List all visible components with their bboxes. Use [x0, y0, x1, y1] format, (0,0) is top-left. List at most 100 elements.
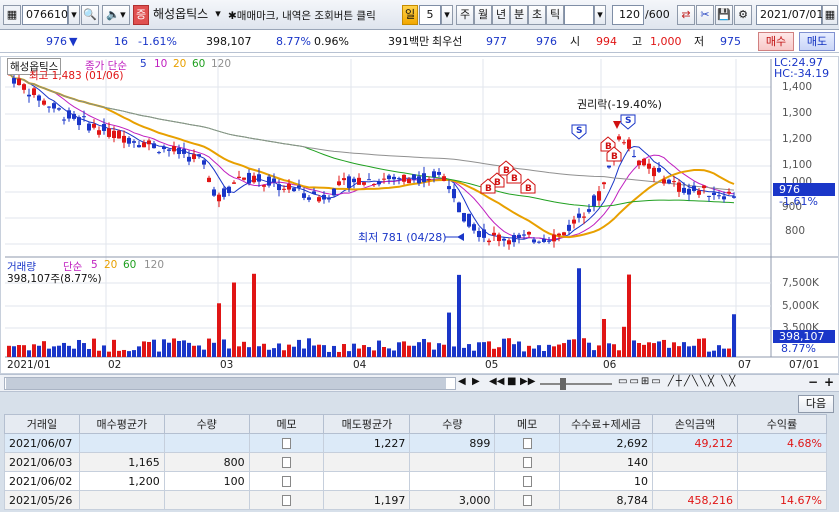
cell-sell-qty: [409, 471, 496, 491]
memo-icon[interactable]: [248, 490, 325, 510]
period-week-button[interactable]: 주: [456, 5, 474, 25]
table-row[interactable]: 2021/06/03 1,165 800 140: [4, 452, 828, 472]
code-dropdown-icon[interactable]: ▾: [68, 5, 80, 25]
col-sell-qty: 수량: [409, 414, 496, 434]
period-minute-button[interactable]: 분: [510, 5, 528, 25]
candle: [447, 186, 451, 190]
cell-return: [736, 452, 828, 472]
scroll-thumb[interactable]: [6, 378, 446, 389]
volume-bar: [137, 346, 141, 357]
volume-bar: [157, 351, 161, 357]
candle: [247, 172, 251, 184]
high-label: 고: [632, 35, 643, 48]
tick-dropdown[interactable]: ▾: [594, 5, 606, 25]
candle: [717, 195, 721, 197]
buy-button[interactable]: 매수: [758, 32, 794, 51]
table-row[interactable]: 2021/06/02 1,200 100 10: [4, 471, 828, 491]
next-button[interactable]: 다음: [798, 395, 834, 413]
candle: [172, 146, 176, 152]
save-icon[interactable]: 💾: [715, 5, 733, 25]
search-icon[interactable]: 🔍: [81, 5, 99, 25]
volume-bar: [447, 312, 451, 357]
candle: [492, 232, 496, 236]
cell-sell-avg: [323, 452, 411, 472]
count-input[interactable]: 120: [612, 5, 644, 25]
candle: [27, 94, 31, 97]
price-tick-1100: 1,100: [782, 159, 813, 171]
calendar-icon[interactable]: ▦: [822, 5, 838, 25]
candle: [287, 183, 291, 190]
volume-bar: [627, 274, 631, 357]
name-dropdown-icon[interactable]: ▾: [212, 5, 224, 25]
stock-code-input[interactable]: 076610: [22, 5, 68, 25]
candle: [682, 187, 686, 193]
candle: [62, 119, 66, 121]
period-second-button[interactable]: 초: [528, 5, 546, 25]
memo-icon[interactable]: [494, 471, 561, 491]
zoom-slider-handle[interactable]: [560, 378, 566, 390]
period-value-dropdown[interactable]: ▾: [441, 5, 453, 25]
chart-canvas[interactable]: B B B B B B B S S: [1, 57, 838, 373]
fast-forward-icon[interactable]: ▶▶: [520, 376, 535, 387]
candle: [202, 160, 206, 165]
stop-icon[interactable]: ■: [507, 376, 516, 387]
cell-sell-avg: 1,197: [323, 490, 411, 510]
volume-bar: [237, 346, 241, 357]
cell-return: [736, 471, 828, 491]
volume-bar: [632, 340, 636, 357]
zoom-out-icon[interactable]: −: [808, 375, 818, 389]
memo-edit-icon[interactable]: [494, 433, 561, 453]
candle: [222, 188, 226, 197]
volume-bar: [387, 348, 391, 357]
zoom-in-icon[interactable]: +: [824, 375, 834, 389]
chart-tool-icon[interactable]: ⇄: [677, 5, 695, 25]
scroll-left-icon[interactable]: ◀: [458, 376, 466, 387]
cell-date: 2021/06/03: [4, 452, 80, 472]
current-pct-tag: -1.61%: [779, 195, 818, 208]
candle: [262, 185, 266, 187]
period-day-button[interactable]: 일: [402, 5, 418, 25]
sell-button[interactable]: 매도: [799, 32, 835, 51]
stock-type-icon[interactable]: ▦: [3, 5, 21, 25]
date-input[interactable]: 2021/07/01: [756, 5, 823, 25]
memo-edit-icon[interactable]: [494, 490, 561, 510]
memo-icon[interactable]: [248, 433, 325, 453]
candle: [422, 173, 426, 183]
candle: [702, 185, 706, 189]
table-row[interactable]: 2021/05/26 1,197 3,000 8,784 458,216 14.…: [4, 490, 828, 510]
volume-tick-5000k: 5,000K: [782, 300, 819, 312]
memo-edit-icon[interactable]: [248, 471, 325, 491]
volume-bar: [122, 349, 126, 357]
rewind-icon[interactable]: ◀◀: [489, 376, 504, 387]
zoom-slider[interactable]: [540, 383, 612, 385]
memo-icon[interactable]: [494, 452, 561, 472]
period-tick-button[interactable]: 틱: [546, 5, 564, 25]
candle: [307, 197, 311, 200]
candle: [32, 88, 36, 96]
period-value-input[interactable]: 5: [419, 5, 441, 25]
volume-bar: [502, 338, 506, 357]
candle: [412, 174, 416, 180]
scroll-right-icon[interactable]: ▶: [472, 376, 480, 387]
chart-area[interactable]: B B B B B B B S S 해성옵틱스 종가 단순 5 10 20 60…: [0, 56, 839, 374]
gear-icon[interactable]: ⚙: [734, 5, 752, 25]
volume-bar: [297, 339, 301, 357]
volume-bar: [242, 341, 246, 357]
scissor-icon[interactable]: ✂: [696, 5, 714, 25]
table-row[interactable]: 2021/06/07 1,227 899 2,692 49,212 4.68%: [4, 433, 828, 453]
chart-navigation-bar: ◀ ▶ ◀◀ ■ ▶▶ ▭▭⊞▭ ╱┼╱╲╲╳ ╲╳ − +: [0, 374, 839, 392]
candle: [347, 176, 351, 188]
tick-value-input[interactable]: [564, 5, 594, 25]
period-year-button[interactable]: 년: [492, 5, 510, 25]
drawing-tools-icon[interactable]: ▭▭⊞▭ ╱┼╱╲╲╳ ╲╳: [618, 376, 737, 387]
speaker-icon[interactable]: 🔈▾: [102, 5, 130, 25]
memo-edit-icon[interactable]: [248, 452, 325, 472]
trade-markers[interactable]: B B B B B B B S S: [480, 114, 636, 194]
volume-bar: [312, 345, 316, 357]
volume-bar: [672, 342, 676, 357]
cell-buy-avg: [78, 490, 165, 510]
candle: [147, 140, 151, 145]
period-month-button[interactable]: 월: [474, 5, 492, 25]
volume-bar: [307, 338, 311, 357]
best-quote-label: 최우선: [432, 35, 463, 48]
